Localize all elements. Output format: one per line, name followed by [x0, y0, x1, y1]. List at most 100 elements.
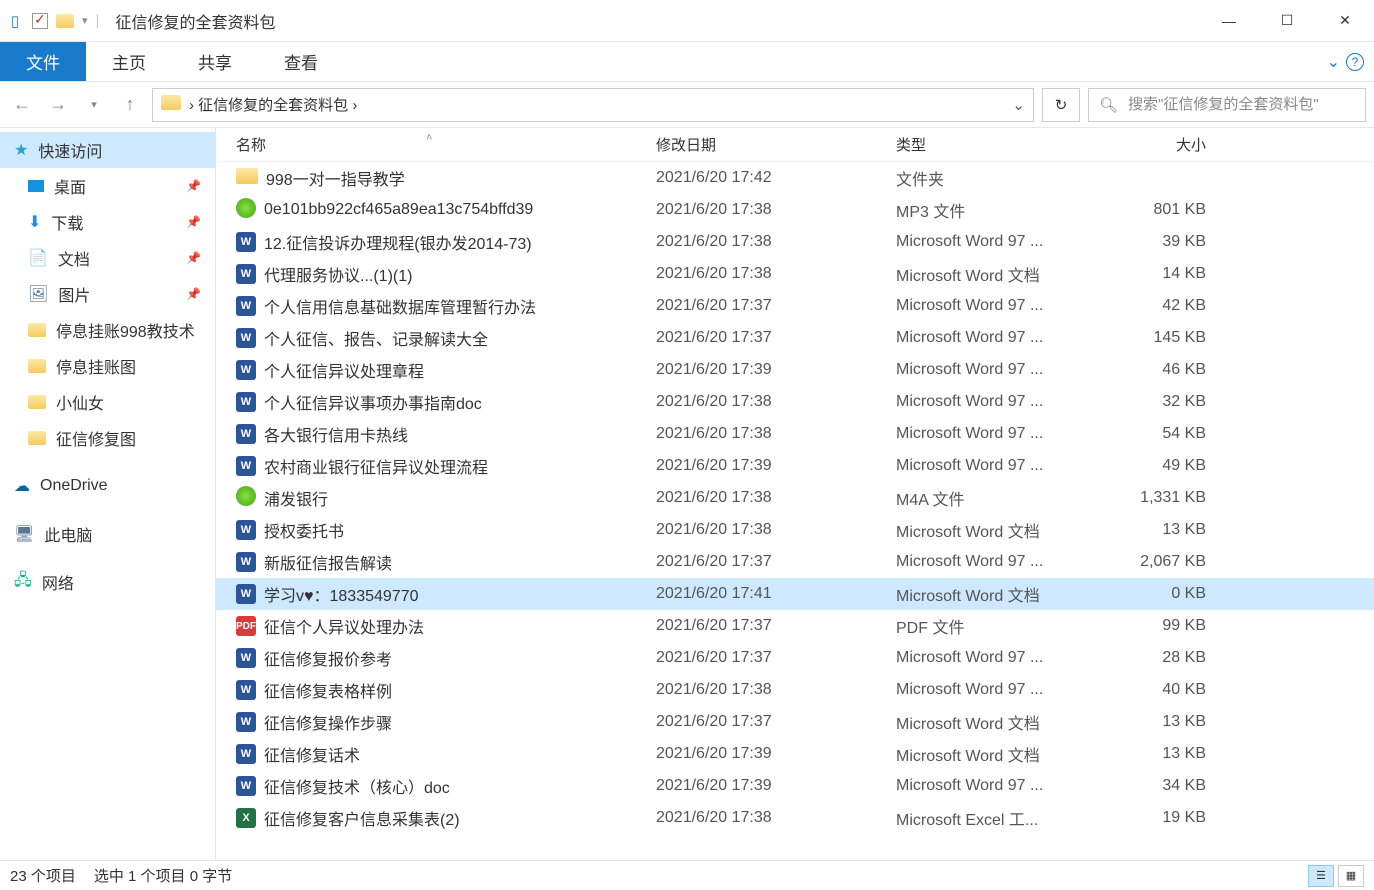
file-row[interactable]: W征信修复表格样例2021/6/20 17:38Microsoft Word 9… [216, 674, 1374, 706]
up-button[interactable]: ↑ [116, 91, 144, 119]
sidebar-folder-3[interactable]: 小仙女 [0, 384, 215, 420]
file-row[interactable]: W新版征信报告解读2021/6/20 17:37Microsoft Word 9… [216, 546, 1374, 578]
back-button[interactable]: ← [8, 91, 36, 119]
file-type: Microsoft Word 97 ... [896, 329, 1106, 347]
sidebar-network[interactable]: 🖧网络 [0, 564, 215, 600]
sidebar-label: 此电脑 [44, 522, 92, 546]
file-type: MP3 文件 [896, 198, 1106, 222]
tab-home[interactable]: 主页 [86, 42, 172, 81]
address-bar[interactable]: › 征信修复的全套资料包 › ⌄ [152, 88, 1034, 122]
file-name: 学习v♥：1833549770 [264, 582, 419, 606]
file-type-icon: W [236, 264, 256, 284]
folder-icon [161, 95, 181, 115]
pin-icon: 📌 [186, 215, 201, 229]
refresh-button[interactable]: ↻ [1042, 88, 1080, 122]
file-row[interactable]: W个人征信、报告、记录解读大全2021/6/20 17:37Microsoft … [216, 322, 1374, 354]
search-box[interactable]: 🔍︎ [1088, 88, 1366, 122]
file-row[interactable]: 浦发银行2021/6/20 17:38M4A 文件1,331 KB [216, 482, 1374, 514]
document-icon: 📄 [28, 248, 48, 268]
file-name: 征信修复报价参考 [264, 646, 392, 670]
sidebar-documents[interactable]: 📄文档📌 [0, 240, 215, 276]
file-type: Microsoft Word 97 ... [896, 553, 1106, 571]
close-button[interactable]: ✕ [1316, 0, 1374, 42]
file-type-icon: W [236, 456, 256, 476]
sidebar-label: 小仙女 [56, 390, 104, 414]
file-type-icon: W [236, 296, 256, 316]
status-count: 23 个项目 [10, 865, 76, 886]
sidebar-folder-4[interactable]: 征信修复图 [0, 420, 215, 456]
file-row[interactable]: W农村商业银行征信异议处理流程2021/6/20 17:39Microsoft … [216, 450, 1374, 482]
file-name: 征信修复操作步骤 [264, 710, 392, 734]
sidebar-folder-1[interactable]: 停息挂账998教技术 [0, 312, 215, 348]
file-name: 12.征信投诉办理规程(银办发2014-73) [264, 230, 532, 254]
qat-dropdown-icon[interactable]: ▾ [82, 14, 88, 27]
file-size: 28 KB [1106, 649, 1226, 667]
col-size[interactable]: 大小 [1106, 134, 1226, 155]
col-name[interactable]: 名称˄ [216, 134, 656, 155]
sidebar-pictures[interactable]: 🖼图片📌 [0, 276, 215, 312]
view-details-button[interactable]: ☰ [1308, 865, 1334, 887]
forward-button[interactable]: → [44, 91, 72, 119]
file-row[interactable]: W征信修复报价参考2021/6/20 17:37Microsoft Word 9… [216, 642, 1374, 674]
file-row[interactable]: W授权委托书2021/6/20 17:38Microsoft Word 文档13… [216, 514, 1374, 546]
file-name: 998一对一指导教学 [266, 166, 405, 190]
sidebar-quick-access[interactable]: ★快速访问 [0, 132, 215, 168]
col-date[interactable]: 修改日期 [656, 134, 896, 155]
folder-icon [56, 12, 74, 30]
folder-icon [28, 323, 46, 337]
file-name: 征信修复技术（核心）doc [264, 774, 450, 798]
ribbon-expand-icon[interactable]: ⌄ [1327, 52, 1340, 72]
file-row[interactable]: W学习v♥：18335497702021/6/20 17:41Microsoft… [216, 578, 1374, 610]
tab-view[interactable]: 查看 [258, 42, 344, 81]
tab-share[interactable]: 共享 [172, 42, 258, 81]
sidebar-desktop[interactable]: 桌面📌 [0, 168, 215, 204]
file-type-icon: W [236, 360, 256, 380]
file-row[interactable]: W各大银行信用卡热线2021/6/20 17:38Microsoft Word … [216, 418, 1374, 450]
file-name: 征信修复话术 [264, 742, 360, 766]
file-type-icon: W [236, 776, 256, 796]
file-type-icon: W [236, 680, 256, 700]
search-icon: 🔍︎ [1099, 96, 1118, 114]
file-row[interactable]: W个人征信异议事项办事指南doc2021/6/20 17:38Microsoft… [216, 386, 1374, 418]
file-row[interactable]: W代理服务协议...(1)(1)2021/6/20 17:38Microsoft… [216, 258, 1374, 290]
file-row[interactable]: W12.征信投诉办理规程(银办发2014-73)2021/6/20 17:38M… [216, 226, 1374, 258]
recent-dropdown-icon[interactable]: ▾ [80, 91, 108, 119]
star-icon: ★ [14, 140, 28, 160]
file-date: 2021/6/20 17:38 [656, 489, 896, 507]
file-row[interactable]: 0e101bb922cf465a89ea13c754bffd392021/6/2… [216, 194, 1374, 226]
file-name: 征信个人异议处理办法 [264, 614, 424, 638]
file-type: Microsoft Word 97 ... [896, 361, 1106, 379]
file-size: 54 KB [1106, 425, 1226, 443]
file-date: 2021/6/20 17:39 [656, 361, 896, 379]
file-size: 13 KB [1106, 745, 1226, 763]
file-row[interactable]: PDF征信个人异议处理办法2021/6/20 17:37PDF 文件99 KB [216, 610, 1374, 642]
file-row[interactable]: W征信修复技术（核心）doc2021/6/20 17:39Microsoft W… [216, 770, 1374, 802]
col-type[interactable]: 类型 [896, 134, 1106, 155]
file-type: Microsoft Word 97 ... [896, 297, 1106, 315]
file-row[interactable]: W征信修复操作步骤2021/6/20 17:37Microsoft Word 文… [216, 706, 1374, 738]
qat-checkbox-icon[interactable] [32, 13, 48, 29]
search-input[interactable] [1128, 96, 1355, 113]
pin-icon: 📌 [186, 179, 201, 193]
app-menu-icon[interactable]: ▯ [6, 12, 24, 30]
file-type: PDF 文件 [896, 614, 1106, 638]
file-name: 浦发银行 [264, 486, 328, 510]
file-row[interactable]: 998一对一指导教学2021/6/20 17:42文件夹 [216, 162, 1374, 194]
maximize-button[interactable]: ☐ [1258, 0, 1316, 42]
file-row[interactable]: W征信修复话术2021/6/20 17:39Microsoft Word 文档1… [216, 738, 1374, 770]
view-icons-button[interactable]: ▦ [1338, 865, 1364, 887]
file-date: 2021/6/20 17:38 [656, 809, 896, 827]
sidebar-downloads[interactable]: ⬇下载📌 [0, 204, 215, 240]
file-row[interactable]: W个人信用信息基础数据库管理暂行办法2021/6/20 17:37Microso… [216, 290, 1374, 322]
sidebar-onedrive[interactable]: ☁OneDrive [0, 468, 215, 504]
sidebar-folder-2[interactable]: 停息挂账图 [0, 348, 215, 384]
minimize-button[interactable]: — [1200, 0, 1258, 42]
sidebar-this-pc[interactable]: 🖥此电脑 [0, 516, 215, 552]
file-type: Microsoft Word 97 ... [896, 777, 1106, 795]
file-row[interactable]: W个人征信异议处理章程2021/6/20 17:39Microsoft Word… [216, 354, 1374, 386]
tab-file[interactable]: 文件 [0, 42, 86, 81]
help-icon[interactable]: ? [1346, 53, 1364, 71]
file-type-icon: W [236, 584, 256, 604]
address-dropdown-icon[interactable]: ⌄ [1012, 96, 1025, 114]
file-row[interactable]: X征信修复客户信息采集表(2)2021/6/20 17:38Microsoft … [216, 802, 1374, 834]
